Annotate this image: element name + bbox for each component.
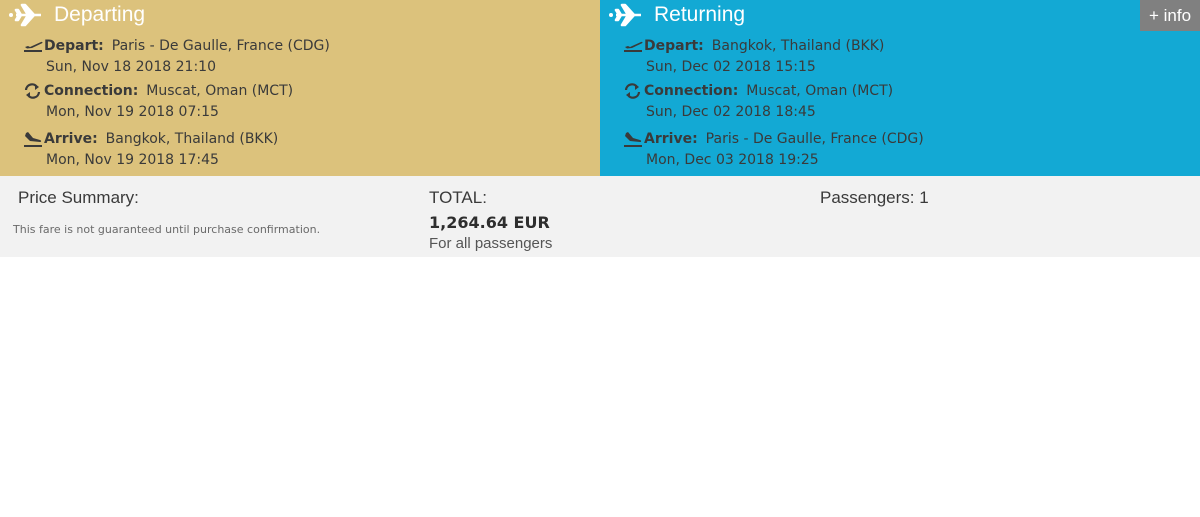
returning-title: Returning bbox=[654, 3, 746, 26]
depart-label: Depart: bbox=[644, 38, 704, 54]
fare-disclaimer: This fare is not guaranteed until purcha… bbox=[13, 223, 321, 236]
total-subtext: For all passengers bbox=[429, 235, 553, 252]
arrive-datetime: Mon, Dec 03 2018 19:25 bbox=[646, 152, 819, 168]
connection-location: Muscat, Oman (MCT) bbox=[146, 83, 294, 99]
returning-arrive-segment: Arrive: Paris - De Gaulle, France (CDG) … bbox=[622, 130, 924, 170]
depart-label: Depart: bbox=[44, 38, 104, 54]
connection-label: Connection: bbox=[644, 83, 739, 99]
connection-icon bbox=[24, 83, 41, 99]
price-summary: Price Summary: This fare is not guarante… bbox=[0, 176, 1200, 257]
takeoff-icon bbox=[624, 41, 643, 52]
connection-location: Muscat, Oman (MCT) bbox=[746, 83, 894, 99]
depart-datetime: Sun, Nov 18 2018 21:10 bbox=[46, 59, 216, 75]
flight-itinerary: Departing Depart: Paris - De Gaulle, Fra… bbox=[0, 0, 1200, 176]
departing-depart-segment: Depart: Paris - De Gaulle, France (CDG) … bbox=[22, 37, 330, 77]
returning-panel: Returning + info Depart: Bangkok, Thaila… bbox=[600, 0, 1200, 176]
arrive-label: Arrive: bbox=[644, 131, 698, 147]
plane-icon bbox=[609, 3, 641, 27]
connection-label: Connection: bbox=[44, 83, 139, 99]
total-amount: 1,264.64 EUR bbox=[429, 213, 550, 232]
connection-icon bbox=[624, 83, 641, 99]
depart-datetime: Sun, Dec 02 2018 15:15 bbox=[646, 59, 816, 75]
departing-arrive-segment: Arrive: Bangkok, Thailand (BKK) Mon, Nov… bbox=[22, 130, 278, 170]
depart-location: Bangkok, Thailand (BKK) bbox=[711, 38, 885, 54]
departing-panel: Departing Depart: Paris - De Gaulle, Fra… bbox=[0, 0, 600, 176]
connection-datetime: Mon, Nov 19 2018 07:15 bbox=[46, 104, 219, 120]
arrive-location: Bangkok, Thailand (BKK) bbox=[105, 131, 279, 147]
landing-icon bbox=[624, 132, 642, 147]
plane-icon bbox=[9, 3, 41, 27]
takeoff-icon bbox=[24, 41, 43, 52]
connection-datetime: Sun, Dec 02 2018 18:45 bbox=[646, 104, 816, 120]
total-label: TOTAL: bbox=[429, 188, 487, 207]
price-summary-title: Price Summary: bbox=[18, 188, 139, 207]
departing-title: Departing bbox=[54, 3, 146, 26]
returning-connection-segment: Connection: Muscat, Oman (MCT) Sun, Dec … bbox=[622, 82, 893, 122]
depart-location: Paris - De Gaulle, France (CDG) bbox=[111, 38, 330, 54]
arrive-location: Paris - De Gaulle, France (CDG) bbox=[705, 131, 924, 147]
arrive-label: Arrive: bbox=[44, 131, 98, 147]
departing-connection-segment: Connection: Muscat, Oman (MCT) Mon, Nov … bbox=[22, 82, 293, 122]
returning-depart-segment: Depart: Bangkok, Thailand (BKK) Sun, Dec… bbox=[622, 37, 884, 77]
returning-header: Returning bbox=[608, 2, 745, 28]
departing-header: Departing bbox=[8, 2, 145, 28]
arrive-datetime: Mon, Nov 19 2018 17:45 bbox=[46, 152, 219, 168]
info-button[interactable]: + info bbox=[1140, 0, 1200, 31]
passenger-count: Passengers: 1 bbox=[820, 188, 929, 207]
landing-icon bbox=[24, 132, 42, 147]
